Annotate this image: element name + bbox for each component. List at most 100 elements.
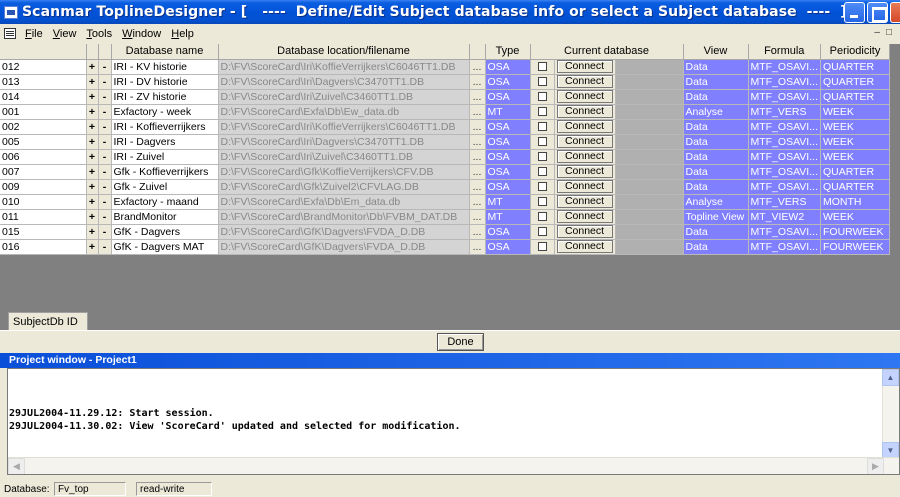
row-id[interactable]: 009: [0, 179, 87, 195]
formula-cell[interactable]: MTF_OSAVI...: [748, 179, 821, 195]
remove-row-button[interactable]: -: [98, 164, 112, 180]
project-log-pane[interactable]: 29JUL2004-11.29.12: Start session. 29JUL2…: [7, 368, 900, 475]
type-cell[interactable]: OSA: [485, 119, 531, 135]
browse-button[interactable]: ...: [469, 59, 486, 75]
row-id[interactable]: 015: [0, 224, 87, 240]
database-name-cell[interactable]: IRI - ZV historie: [111, 89, 219, 105]
add-row-button[interactable]: +: [86, 89, 99, 105]
remove-row-button[interactable]: -: [98, 209, 112, 225]
database-location-cell[interactable]: D:\FV\ScoreCard\Gfk\Zuivel2\CFVLAG.DB: [218, 179, 470, 195]
view-cell[interactable]: Data: [683, 134, 749, 150]
periodicity-cell[interactable]: WEEK: [820, 104, 890, 120]
current-database-checkbox[interactable]: [537, 212, 547, 222]
browse-button[interactable]: ...: [469, 209, 486, 225]
view-cell[interactable]: Analyse: [683, 194, 749, 210]
view-cell[interactable]: Data: [683, 89, 749, 105]
database-name-cell[interactable]: IRI - Koffieverrijkers: [111, 119, 219, 135]
table-row[interactable]: 011 + - BrandMonitor D:\FV\ScoreCard\BrandMo…: [0, 209, 890, 225]
table-row[interactable]: 010 + - Exfactory - maand D:\FV\ScoreCard\Ex…: [0, 194, 890, 210]
database-location-cell[interactable]: D:\FV\ScoreCard\Iri\Zuivel\C3460TT1.DB: [218, 149, 470, 165]
formula-cell[interactable]: MTF_OSAVI...: [748, 134, 821, 150]
add-row-button[interactable]: +: [86, 239, 99, 255]
maximize-button[interactable]: [867, 2, 888, 23]
connect-button[interactable]: Connect: [556, 225, 613, 238]
current-database-checkbox-cell[interactable]: [530, 89, 555, 105]
remove-row-button[interactable]: -: [98, 74, 112, 90]
table-row[interactable]: 012 + - IRI - KV historie D:\FV\ScoreCard\Ir…: [0, 59, 890, 75]
table-row[interactable]: 002 + - IRI - Koffieverrijkers D:\FV\ScoreCa…: [0, 119, 890, 135]
row-id[interactable]: 006: [0, 149, 87, 165]
periodicity-cell[interactable]: QUARTER: [820, 164, 890, 180]
current-database-checkbox[interactable]: [537, 62, 547, 72]
connect-button[interactable]: Connect: [556, 195, 613, 208]
header-current-database[interactable]: Current database: [530, 44, 684, 60]
type-cell[interactable]: OSA: [485, 224, 531, 240]
current-database-checkbox[interactable]: [537, 167, 547, 177]
current-database-checkbox-cell[interactable]: [530, 134, 555, 150]
connect-button[interactable]: Connect: [556, 60, 613, 73]
periodicity-cell[interactable]: WEEK: [820, 134, 890, 150]
periodicity-cell[interactable]: QUARTER: [820, 59, 890, 75]
connect-button[interactable]: Connect: [556, 210, 613, 223]
database-name-cell[interactable]: IRI - DV historie: [111, 74, 219, 90]
periodicity-cell[interactable]: QUARTER: [820, 74, 890, 90]
menu-window[interactable]: Window: [117, 28, 166, 40]
add-row-button[interactable]: +: [86, 104, 99, 120]
row-id[interactable]: 014: [0, 89, 87, 105]
menu-view[interactable]: View: [48, 28, 82, 40]
browse-button[interactable]: ...: [469, 119, 486, 135]
current-database-checkbox[interactable]: [537, 77, 547, 87]
view-cell[interactable]: Data: [683, 239, 749, 255]
row-id[interactable]: 011: [0, 209, 87, 225]
add-row-button[interactable]: +: [86, 209, 99, 225]
current-database-checkbox[interactable]: [537, 182, 547, 192]
database-location-cell[interactable]: D:\FV\ScoreCard\Iri\Dagvers\C3470TT1.DB: [218, 74, 470, 90]
header-view[interactable]: View: [683, 44, 749, 60]
header-type[interactable]: Type: [485, 44, 531, 60]
add-row-button[interactable]: +: [86, 59, 99, 75]
remove-row-button[interactable]: -: [98, 239, 112, 255]
table-row[interactable]: 014 + - IRI - ZV historie D:\FV\ScoreCard\Ir…: [0, 89, 890, 105]
browse-button[interactable]: ...: [469, 104, 486, 120]
table-row[interactable]: 005 + - IRI - Dagvers D:\FV\ScoreCard\Iri\Da…: [0, 134, 890, 150]
current-database-checkbox[interactable]: [537, 152, 547, 162]
table-row[interactable]: 001 + - Exfactory - week D:\FV\ScoreCard\Exf…: [0, 104, 890, 120]
connect-button[interactable]: Connect: [556, 150, 613, 163]
database-name-cell[interactable]: Gfk - Zuivel: [111, 179, 219, 195]
type-cell[interactable]: OSA: [485, 164, 531, 180]
menu-help[interactable]: Help: [166, 28, 199, 40]
add-row-button[interactable]: +: [86, 134, 99, 150]
database-location-cell[interactable]: D:\FV\ScoreCard\Iri\KoffieVerrijkers\C60…: [218, 59, 470, 75]
connect-button[interactable]: Connect: [556, 90, 613, 103]
current-database-checkbox-cell[interactable]: [530, 74, 555, 90]
current-database-checkbox-cell[interactable]: [530, 149, 555, 165]
view-cell[interactable]: Data: [683, 74, 749, 90]
formula-cell[interactable]: MTF_VERS: [748, 104, 821, 120]
current-database-checkbox-cell[interactable]: [530, 224, 555, 240]
current-database-checkbox[interactable]: [537, 107, 547, 117]
current-database-checkbox-cell[interactable]: [530, 194, 555, 210]
formula-cell[interactable]: MTF_OSAVI...: [748, 164, 821, 180]
browse-button[interactable]: ...: [469, 224, 486, 240]
connect-button[interactable]: Connect: [556, 105, 613, 118]
scroll-up-icon[interactable]: ▲: [882, 369, 899, 386]
formula-cell[interactable]: MTF_OSAVI...: [748, 239, 821, 255]
connect-button[interactable]: Connect: [556, 75, 613, 88]
database-location-cell[interactable]: D:\FV\ScoreCard\BrandMonitor\Db\FVBM_DAT…: [218, 209, 470, 225]
add-row-button[interactable]: +: [86, 179, 99, 195]
document-icon[interactable]: [4, 28, 16, 39]
table-row[interactable]: 016 + - GfK - Dagvers MAT D:\FV\ScoreCard\Gf…: [0, 239, 890, 255]
browse-button[interactable]: ...: [469, 239, 486, 255]
periodicity-cell[interactable]: MONTH: [820, 194, 890, 210]
database-name-cell[interactable]: GfK - Dagvers: [111, 224, 219, 240]
database-location-cell[interactable]: D:\FV\ScoreCard\Iri\KoffieVerrijkers\C60…: [218, 119, 470, 135]
view-cell[interactable]: Data: [683, 119, 749, 135]
close-button[interactable]: [890, 2, 900, 23]
database-name-cell[interactable]: GfK - Dagvers MAT: [111, 239, 219, 255]
row-id[interactable]: 012: [0, 59, 87, 75]
type-cell[interactable]: OSA: [485, 149, 531, 165]
remove-row-button[interactable]: -: [98, 119, 112, 135]
current-database-checkbox[interactable]: [537, 227, 547, 237]
periodicity-cell[interactable]: WEEK: [820, 119, 890, 135]
horizontal-scrollbar[interactable]: ◀ ▶: [8, 457, 899, 474]
